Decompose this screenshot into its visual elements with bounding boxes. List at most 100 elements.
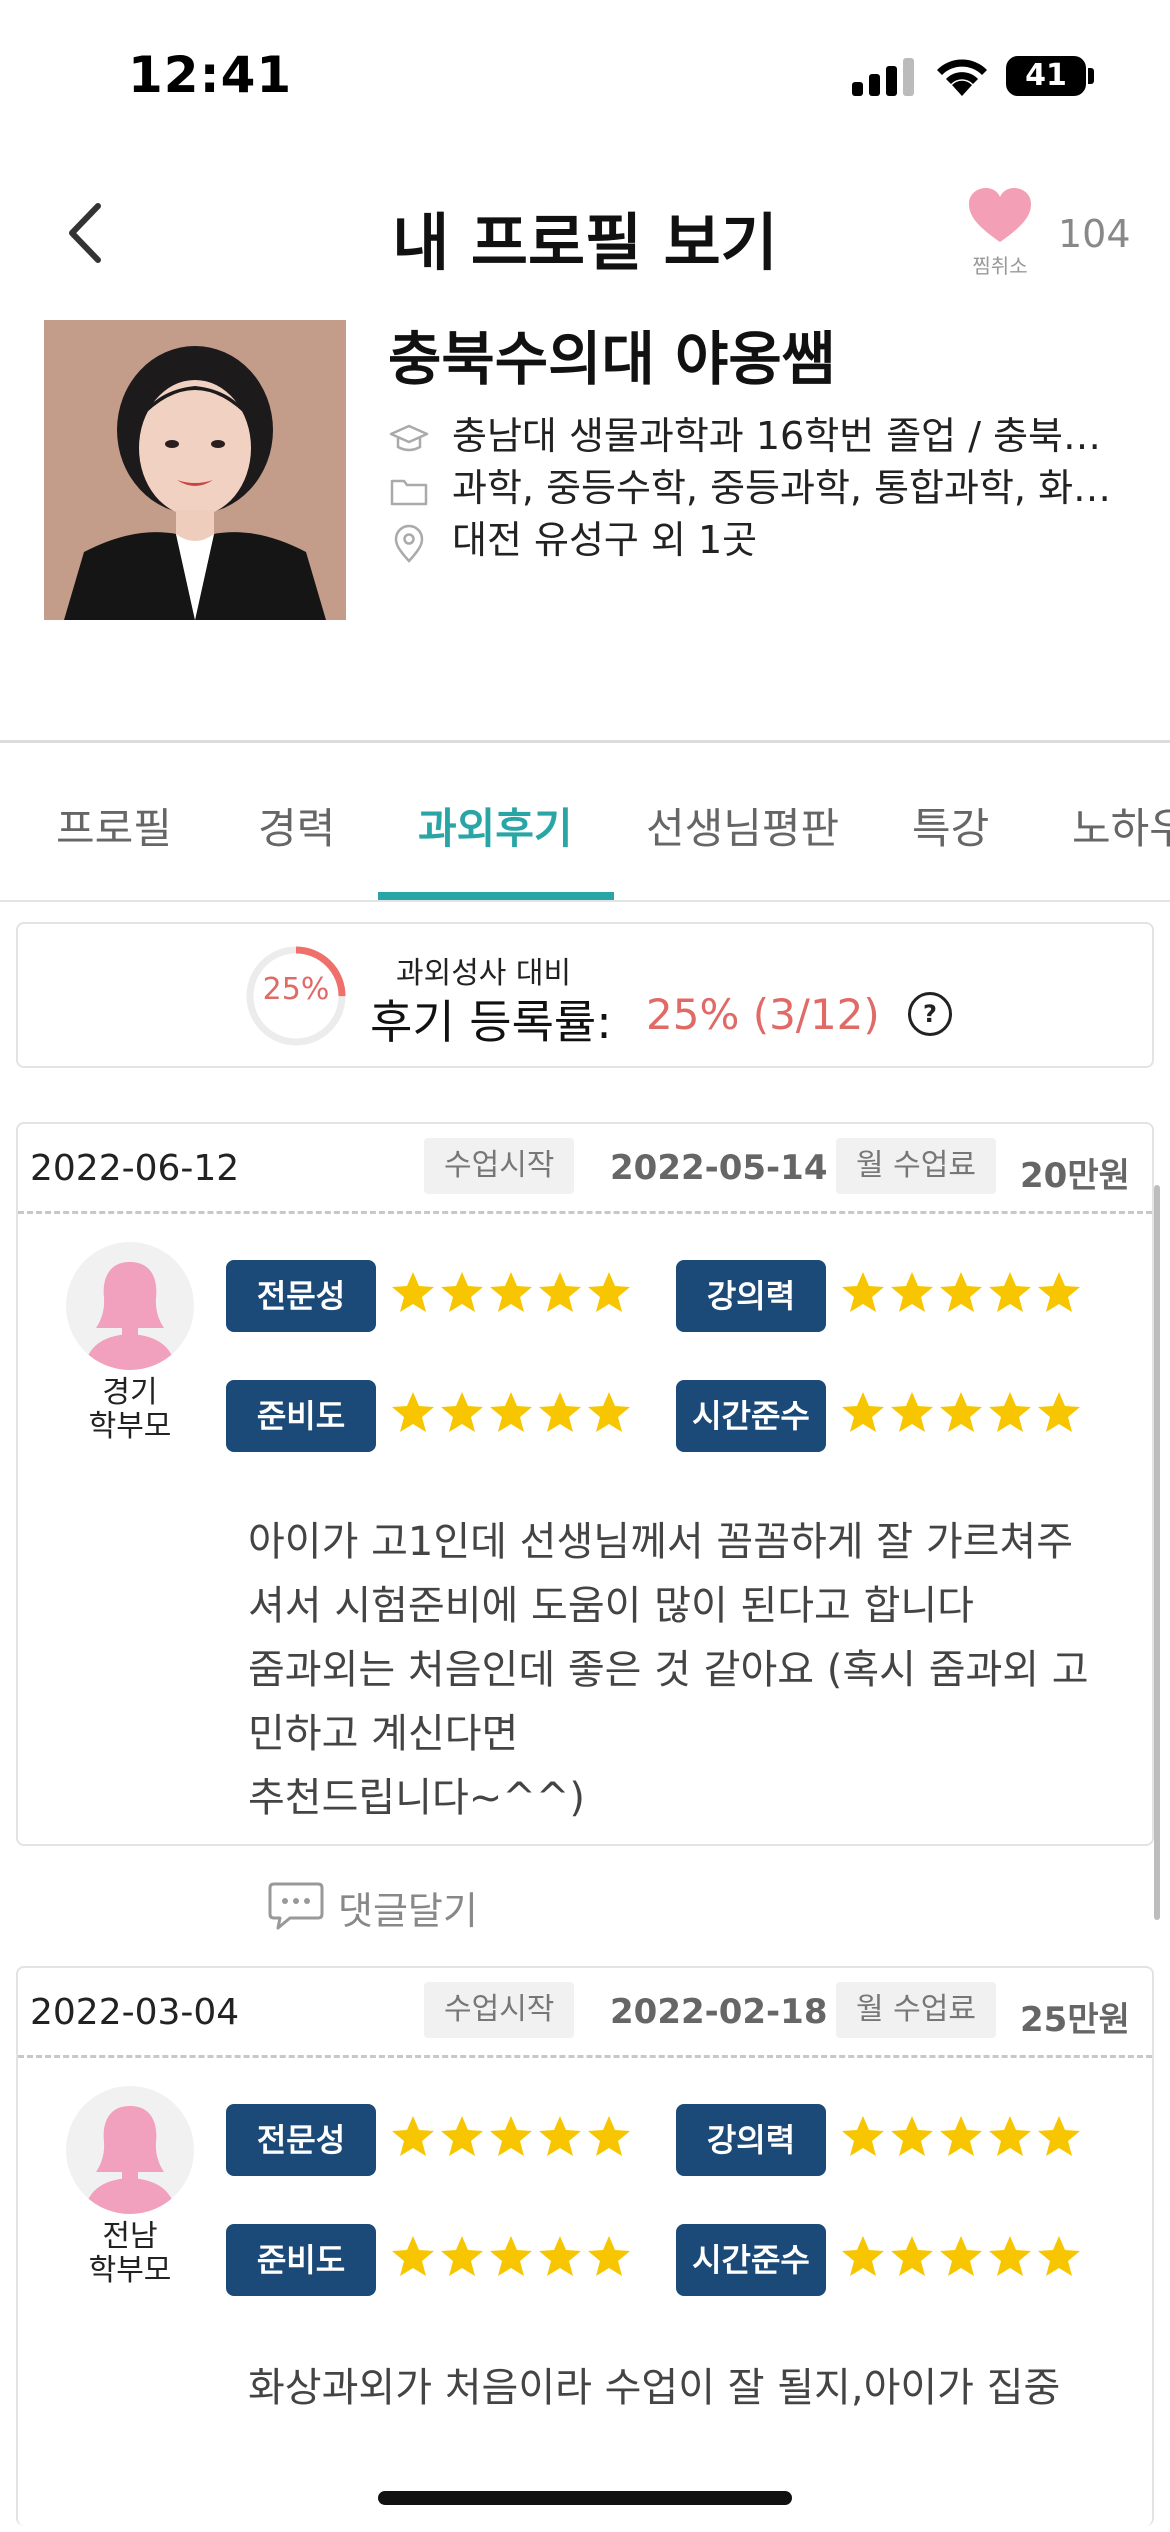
like-count: 104 bbox=[1058, 212, 1131, 256]
reviewer-region: 경기 bbox=[102, 1375, 158, 1410]
help-question-icon[interactable]: ? bbox=[908, 992, 952, 1036]
rating-stars bbox=[840, 2114, 1085, 2166]
subjects-row: 과학, 중등수학, 중등과학, 통합과학, 화… bbox=[388, 457, 1112, 510]
star-icon bbox=[441, 1392, 483, 1432]
status-bar: 12:41 41 bbox=[0, 0, 1170, 150]
location-text: 대전 유성구 외 1곳 bbox=[452, 518, 758, 562]
start-label-chip: 수업시작 bbox=[424, 1982, 575, 2038]
rating-label-expertise: 전문성 bbox=[226, 2104, 376, 2176]
tabs-divider bbox=[0, 900, 1170, 902]
scrollbar[interactable] bbox=[1154, 1185, 1160, 1920]
star-icon bbox=[940, 1272, 982, 1312]
teacher-name: 충북수의대 야옹쌤 bbox=[388, 325, 836, 393]
tab-reputation[interactable]: 선생님평판 bbox=[646, 795, 839, 856]
review-text: 화상과외가 처음이라 수업이 잘 될지,아이가 집중 bbox=[248, 2356, 1128, 2420]
fee-label-chip: 월 수업료 bbox=[836, 1982, 996, 2038]
star-icon bbox=[588, 2116, 630, 2156]
review-date: 2022-06-12 bbox=[30, 1148, 240, 1189]
home-indicator[interactable] bbox=[378, 2491, 792, 2505]
star-icon bbox=[891, 2236, 933, 2276]
graduation-cap-icon bbox=[389, 424, 429, 451]
star-icon bbox=[539, 1392, 581, 1432]
subjects-text: 과학, 중등수학, 중등과학, 통합과학, 화… bbox=[452, 466, 1112, 510]
star-icon bbox=[842, 2236, 884, 2276]
rating-stars bbox=[840, 1270, 1085, 1322]
teacher-photo bbox=[44, 320, 346, 620]
rating-stars bbox=[390, 1390, 635, 1442]
star-icon bbox=[539, 2236, 581, 2276]
tab-special-lecture[interactable]: 특강 bbox=[912, 795, 989, 856]
rate-value: 25% (3/12) bbox=[646, 990, 880, 1039]
tab-reviews[interactable]: 과외후기 bbox=[418, 795, 573, 856]
fee-label-chip: 월 수업료 bbox=[836, 1138, 996, 1194]
top-navigation: 내 프로필 보기 찜취소 104 bbox=[0, 170, 1170, 290]
tab-career[interactable]: 경력 bbox=[258, 795, 335, 856]
reviewer-role: 학부모 bbox=[88, 1409, 172, 1444]
start-label-chip: 수업시작 bbox=[424, 1138, 575, 1194]
star-icon bbox=[539, 1272, 581, 1312]
star-icon bbox=[842, 2116, 884, 2156]
rating-label-punctuality: 시간준수 bbox=[676, 1380, 826, 1452]
review-date: 2022-03-04 bbox=[30, 1992, 240, 2033]
star-icon bbox=[940, 2236, 982, 2276]
rating-label-expertise: 전문성 bbox=[226, 1260, 376, 1332]
tab-profile[interactable]: 프로필 bbox=[56, 795, 172, 856]
star-icon bbox=[392, 1272, 434, 1312]
like-button[interactable]: 찜취소 bbox=[960, 188, 1040, 279]
monthly-fee: 25만원 bbox=[1020, 2000, 1130, 2040]
review-card: 2022-06-12 수업시작 2022-05-14 월 수업료 20만원 경기… bbox=[16, 1122, 1154, 1846]
review-text-line: 화상과외가 처음이라 수업이 잘 될지,아이가 집중 bbox=[248, 2365, 1061, 2411]
rating-stars bbox=[390, 1270, 635, 1322]
rate-label: 후기 등록률: bbox=[370, 995, 612, 1049]
star-icon bbox=[539, 2116, 581, 2156]
rating-label-preparation: 준비도 bbox=[226, 2224, 376, 2296]
folder-icon bbox=[390, 479, 428, 505]
rating-stars bbox=[840, 1390, 1085, 1442]
review-text-line: 민하고 계신다면 bbox=[248, 1711, 519, 1757]
wifi-icon bbox=[937, 59, 987, 96]
review-text-line: 셔서 시험준비에 도움이 많이 된다고 합니다 bbox=[248, 1583, 974, 1629]
review-rate-box: 25% 과외성사 대비 후기 등록률: 25% (3/12) ? bbox=[16, 922, 1154, 1068]
reviewer-role: 학부모 bbox=[88, 2253, 172, 2288]
cellular-signal-icon bbox=[852, 58, 914, 96]
comment-label: 댓글달기 bbox=[338, 1889, 478, 1933]
rate-ring-label: 25% bbox=[262, 972, 330, 1007]
location-row: 대전 유성구 외 1곳 bbox=[388, 509, 758, 563]
star-icon bbox=[588, 1272, 630, 1312]
star-icon bbox=[940, 2116, 982, 2156]
monthly-fee: 20만원 bbox=[1020, 1156, 1130, 1196]
education-row: 충남대 생물과학과 16학번 졸업 / 충북… bbox=[388, 405, 1101, 458]
star-icon bbox=[1038, 2236, 1080, 2276]
star-icon bbox=[891, 1272, 933, 1312]
location-pin-icon bbox=[394, 524, 424, 563]
reviewer-region: 전남 bbox=[102, 2219, 158, 2254]
star-icon bbox=[1038, 1272, 1080, 1312]
tab-knowhow[interactable]: 노하우 bbox=[1072, 795, 1170, 856]
review-text-line: 추천드립니다~^^) bbox=[248, 1775, 585, 1821]
start-date: 2022-02-18 bbox=[610, 1992, 828, 2032]
review-card: 2022-03-04 수업시작 2022-02-18 월 수업료 25만원 전남… bbox=[16, 1966, 1154, 2526]
star-icon bbox=[588, 1392, 630, 1432]
star-icon bbox=[392, 2236, 434, 2276]
star-icon bbox=[392, 1392, 434, 1432]
reviewer-avatar bbox=[66, 1242, 194, 1370]
profile-tabs: 프로필 경력 과외후기 선생님평판 특강 노하우 bbox=[0, 745, 1170, 902]
rating-label-teaching: 강의력 bbox=[676, 1260, 826, 1332]
battery-icon: 41 bbox=[1006, 56, 1086, 96]
star-icon bbox=[441, 2116, 483, 2156]
review-header: 2022-03-04 수업시작 2022-02-18 월 수업료 25만원 bbox=[18, 1968, 1152, 2058]
star-icon bbox=[490, 2116, 532, 2156]
section-divider bbox=[0, 740, 1170, 743]
star-icon bbox=[989, 1272, 1031, 1312]
rating-label-preparation: 준비도 bbox=[226, 1380, 376, 1452]
rating-stars bbox=[390, 2114, 635, 2166]
rating-label-teaching: 강의력 bbox=[676, 2104, 826, 2176]
star-icon bbox=[1038, 1392, 1080, 1432]
star-icon bbox=[940, 1392, 982, 1432]
star-icon bbox=[989, 2116, 1031, 2156]
review-text-line: 줌과외는 처음인데 좋은 것 같아요 (혹시 줌과외 고 bbox=[248, 1647, 1089, 1693]
star-icon bbox=[842, 1392, 884, 1432]
star-icon bbox=[490, 2236, 532, 2276]
star-icon bbox=[490, 1272, 532, 1312]
star-icon bbox=[441, 2236, 483, 2276]
